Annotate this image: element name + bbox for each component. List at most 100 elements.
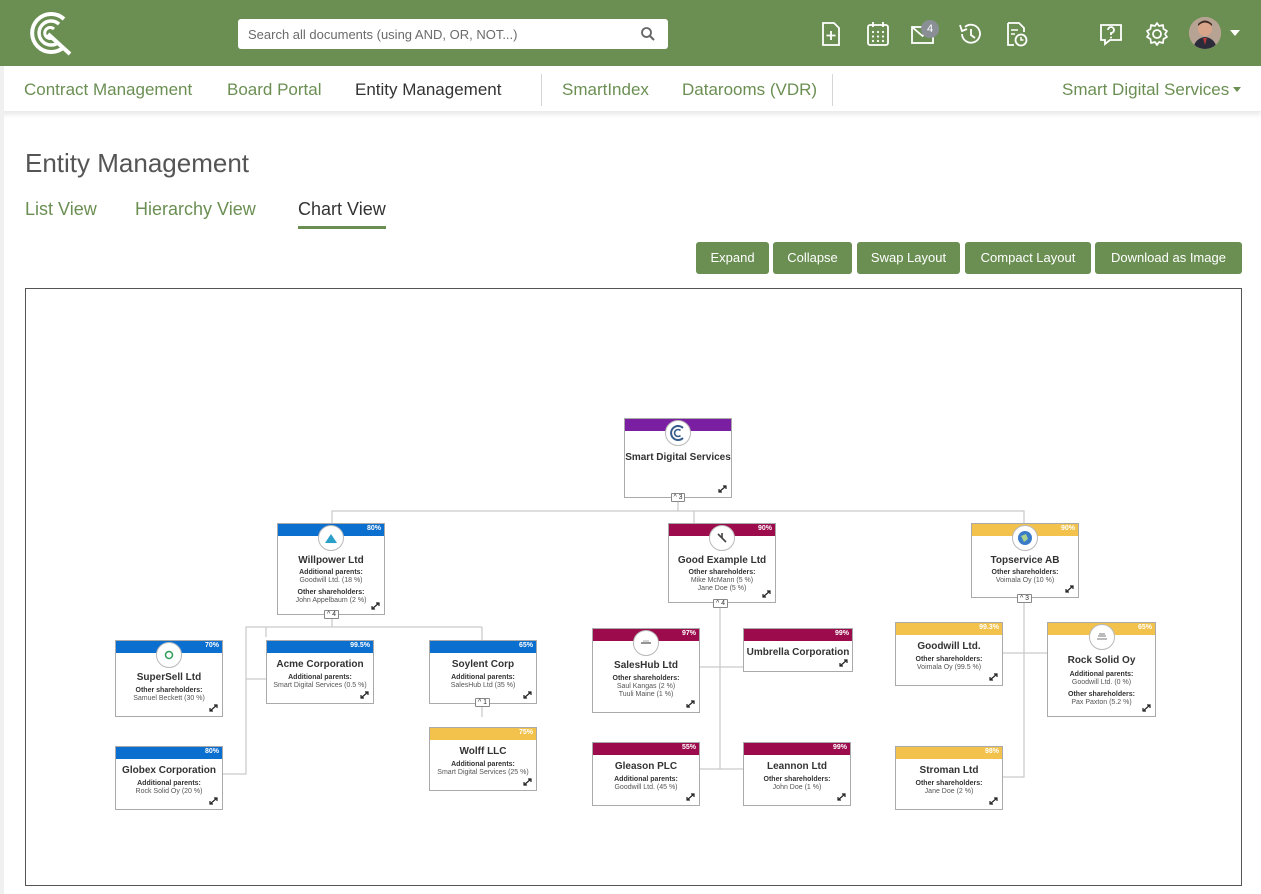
- ownership-percent: 90%: [757, 525, 772, 532]
- tab-list-view[interactable]: List View: [25, 199, 97, 226]
- expand-arrows-icon[interactable]: [209, 797, 218, 805]
- tab-hierarchy-view[interactable]: Hierarchy View: [135, 199, 256, 226]
- entity-card-umbrella[interactable]: 99% Umbrella Corporation: [743, 628, 853, 672]
- ownership-percent: 70%: [204, 642, 219, 649]
- expand-arrows-icon[interactable]: [523, 691, 532, 699]
- nav-smartindex[interactable]: SmartIndex: [562, 80, 649, 100]
- entity-name: Goodwill Ltd.: [917, 641, 981, 652]
- search-icon[interactable]: [640, 26, 656, 42]
- expand-arrows-icon[interactable]: [989, 797, 998, 805]
- entity-card-saleshub[interactable]: 97% SalesHub Ltd Other shareholders: Sau…: [592, 628, 700, 713]
- entity-card-willpower[interactable]: 80% Willpower Ltd Additional parents: Go…: [277, 523, 385, 615]
- org-chart[interactable]: Smart Digital Services ^ 3 80% Willpower…: [25, 288, 1242, 886]
- entity-card-goodwill[interactable]: 99.3% Goodwill Ltd. Other shareholders: …: [895, 622, 1003, 686]
- entity-card-good-example[interactable]: 90% Good Example Ltd Other shareholders:…: [668, 523, 776, 603]
- collapse-button[interactable]: Collapse: [773, 242, 852, 274]
- entity-card-globex[interactable]: 80% Globex Corporation Additional parent…: [115, 746, 223, 810]
- entity-card-soylent[interactable]: 65% Soylent Corp Additional parents: Sal…: [429, 640, 537, 704]
- search-input[interactable]: [238, 19, 628, 49]
- history-icon[interactable]: [957, 20, 983, 48]
- expand-arrows-icon[interactable]: [360, 691, 369, 699]
- download-image-button[interactable]: Download as Image: [1095, 242, 1242, 274]
- nav-board-portal[interactable]: Board Portal: [227, 80, 322, 100]
- collapse-toggle[interactable]: ^ 1: [475, 698, 490, 707]
- expand-arrows-icon[interactable]: [686, 793, 695, 801]
- new-document-icon[interactable]: [818, 20, 844, 48]
- info-value: Pax Paxton (5.2 %): [1071, 699, 1132, 706]
- expand-arrows-icon[interactable]: [837, 793, 846, 801]
- ownership-percent: 99%: [834, 630, 849, 637]
- info-label: Additional parents:: [1069, 671, 1134, 678]
- entity-name: Leannon Ltd: [767, 761, 827, 772]
- nav-divider: [832, 74, 833, 106]
- info-label: Additional parents:: [451, 761, 515, 768]
- entity-card-stroman[interactable]: 98% Stroman Ltd Other shareholders: Jane…: [895, 746, 1003, 810]
- entity-card-acme[interactable]: 99.5% Acme Corporation Additional parent…: [266, 640, 374, 704]
- nav-divider: [541, 74, 542, 106]
- entity-card-rock-solid[interactable]: 65% Rock Solid Oy Additional parents: Go…: [1047, 622, 1156, 717]
- entity-card-supersell[interactable]: 70% SuperSell Ltd Other shareholders: Sa…: [115, 640, 223, 717]
- info-value: Voimala Oy (10 %): [995, 577, 1055, 584]
- ownership-percent: 65%: [1137, 624, 1152, 631]
- expand-arrows-icon[interactable]: [371, 602, 380, 610]
- info-label: Additional parents:: [137, 780, 201, 787]
- chevron-down-icon[interactable]: [1233, 87, 1241, 92]
- expand-arrows-icon[interactable]: [718, 485, 727, 493]
- info-value: Tuuli Maine (1 %): [618, 691, 674, 698]
- collapse-toggle[interactable]: ^ 4: [713, 599, 728, 608]
- entity-name: Globex Corporation: [122, 765, 216, 776]
- collapse-toggle[interactable]: ^ 3: [671, 493, 685, 502]
- entity-name: SalesHub Ltd: [614, 660, 678, 671]
- info-value: Voimala Oy (99.5 %): [916, 664, 982, 671]
- expand-arrows-icon[interactable]: [839, 659, 848, 667]
- info-label: Other shareholders:: [612, 675, 680, 682]
- ownership-percent: 55%: [681, 744, 696, 751]
- company-logo[interactable]: [26, 10, 72, 56]
- tab-chart-view[interactable]: Chart View: [298, 199, 386, 229]
- entity-card-smart-digital-services[interactable]: Smart Digital Services: [624, 418, 732, 498]
- expand-arrows-icon[interactable]: [762, 590, 771, 598]
- swap-layout-button[interactable]: Swap Layout: [857, 242, 960, 274]
- expand-arrows-icon[interactable]: [523, 778, 532, 786]
- nav-datarooms[interactable]: Datarooms (VDR): [682, 80, 817, 100]
- expand-arrows-icon[interactable]: [686, 700, 695, 708]
- entity-name: Soylent Corp: [451, 659, 515, 670]
- info-label: Additional parents:: [614, 776, 678, 783]
- info-value: Rock Solid Oy (20 %): [135, 788, 203, 795]
- settings-gear-icon[interactable]: [1144, 20, 1170, 48]
- nav-contract-management[interactable]: Contract Management: [24, 80, 192, 100]
- nav-entity-management[interactable]: Entity Management: [355, 80, 501, 100]
- company-switcher[interactable]: Smart Digital Services: [1062, 80, 1229, 100]
- entity-card-gleason[interactable]: 55% Gleason PLC Additional parents: Good…: [592, 742, 700, 806]
- user-avatar[interactable]: [1189, 17, 1221, 49]
- entity-name: Stroman Ltd: [919, 765, 979, 776]
- entity-card-wolff[interactable]: 75% Wolff LLC Additional parents: Smart …: [429, 727, 537, 791]
- compact-layout-button[interactable]: Compact Layout: [965, 242, 1091, 274]
- ownership-percent: 99.3%: [979, 624, 999, 631]
- info-label: Other shareholders:: [297, 589, 365, 596]
- expand-arrows-icon[interactable]: [989, 673, 998, 681]
- calendar-icon[interactable]: [865, 20, 891, 48]
- info-label: Additional parents:: [451, 674, 515, 681]
- user-menu-caret-icon[interactable]: [1230, 30, 1240, 36]
- help-icon[interactable]: [1098, 20, 1124, 48]
- document-clock-icon[interactable]: [1003, 20, 1029, 48]
- info-value: Saul Kangas (2 %): [616, 683, 676, 690]
- expand-arrows-icon[interactable]: [1065, 585, 1074, 593]
- entity-card-leannon[interactable]: 99% Leannon Ltd Other shareholders: John…: [743, 742, 851, 806]
- expand-arrows-icon[interactable]: [1142, 704, 1151, 712]
- entity-logo-icon: [1012, 525, 1038, 551]
- entity-card-topservice[interactable]: 90% Topservice AB Other shareholders: Vo…: [971, 523, 1079, 598]
- entity-name: Acme Corporation: [276, 659, 364, 670]
- expand-arrows-icon[interactable]: [209, 704, 218, 712]
- info-value: John Doe (1 %): [772, 784, 822, 791]
- expand-button[interactable]: Expand: [696, 242, 769, 274]
- info-label: Other shareholders:: [688, 569, 756, 576]
- info-label: Other shareholders:: [763, 776, 831, 783]
- entity-name: SuperSell Ltd: [136, 672, 202, 683]
- collapse-toggle[interactable]: ^ 4: [324, 610, 339, 619]
- collapse-toggle[interactable]: ^ 3: [1017, 594, 1032, 603]
- info-value: Smart Digital Services (25 %): [437, 769, 529, 776]
- info-label: Other shareholders:: [915, 656, 983, 663]
- entity-name: Gleason PLC: [614, 761, 678, 772]
